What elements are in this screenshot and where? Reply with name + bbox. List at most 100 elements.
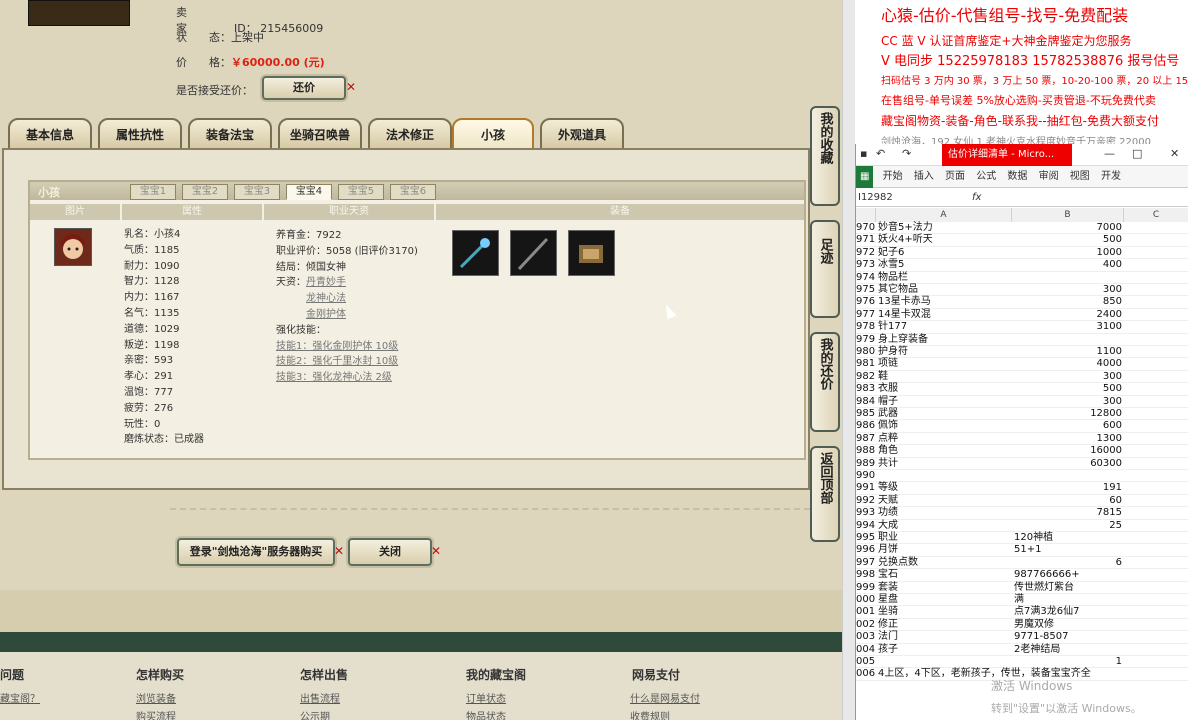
footer-link[interactable]: 藏宝阁？ bbox=[0, 690, 40, 705]
undo-icon[interactable]: ↶ bbox=[876, 147, 885, 160]
cell-b[interactable]: 300 bbox=[1014, 284, 1122, 296]
talent-link-2[interactable]: 龙神心法 bbox=[276, 291, 418, 307]
row-number[interactable]: 973 bbox=[856, 259, 876, 271]
column-header-b[interactable]: B bbox=[1012, 208, 1124, 222]
scrollbar[interactable] bbox=[842, 0, 855, 720]
talent-link-3[interactable]: 金刚护体 bbox=[276, 307, 418, 323]
cell-a[interactable]: 孩子 bbox=[878, 644, 1012, 656]
cell-a[interactable]: 身上穿装备 bbox=[878, 334, 1012, 346]
cell-b[interactable]: 满 bbox=[1014, 594, 1124, 606]
cell-a[interactable]: 星盘 bbox=[878, 594, 1012, 606]
sheet-row[interactable]: 972 妃子6 1000 bbox=[856, 247, 1188, 260]
close-icon[interactable]: ✕ bbox=[1170, 147, 1179, 160]
row-number[interactable]: 988 bbox=[856, 445, 876, 457]
skill-link-1[interactable]: 技能1：强化金刚护体 10级 bbox=[276, 339, 418, 355]
row-number[interactable]: 996 bbox=[856, 544, 876, 556]
sheet-row[interactable]: 979 身上穿装备 bbox=[856, 334, 1188, 346]
row-number[interactable]: 979 bbox=[856, 334, 876, 346]
cell-a[interactable]: 物品栏 bbox=[878, 272, 1012, 284]
cell-a[interactable]: 针177 bbox=[878, 321, 1012, 333]
cell-b[interactable]: 1300 bbox=[1014, 433, 1122, 445]
footer-link[interactable]: 收费规则 bbox=[630, 708, 670, 720]
skill-link-2[interactable]: 技能2：强化千里冰封 10级 bbox=[276, 354, 418, 370]
close-button[interactable]: 关闭 bbox=[348, 538, 432, 566]
cell-b[interactable]: 7815 bbox=[1014, 507, 1122, 519]
cell-a[interactable]: 衣服 bbox=[878, 383, 1012, 395]
sheet-row[interactable]: 994 大成 25 bbox=[856, 520, 1188, 532]
ribbon-tab[interactable]: 开始 bbox=[883, 166, 903, 188]
save-icon[interactable]: ▪ bbox=[860, 147, 867, 160]
row-number[interactable]: 974 bbox=[856, 272, 876, 284]
row-number[interactable]: 006 bbox=[856, 668, 876, 680]
row-number[interactable]: 981 bbox=[856, 358, 876, 370]
cell-a[interactable]: 佩饰 bbox=[878, 420, 1012, 432]
row-number[interactable]: 975 bbox=[856, 284, 876, 296]
login-buy-button[interactable]: 登录"剑烛沧海"服务器购买 bbox=[177, 538, 335, 566]
footer-link[interactable]: 公示期 bbox=[300, 708, 330, 720]
sheet-row[interactable]: 992 天赋 60 bbox=[856, 495, 1188, 508]
sheet-row[interactable]: 985 武器 12800 bbox=[856, 408, 1188, 421]
back-to-top-button[interactable]: 返回顶部 bbox=[810, 446, 840, 542]
tab-basic[interactable]: 基本信息 bbox=[8, 118, 92, 150]
sheet-row[interactable]: 999 套装 传世燃灯紫台 bbox=[856, 582, 1188, 594]
cell-a[interactable]: 点粹 bbox=[878, 433, 1012, 445]
footer-link[interactable]: 物品状态 bbox=[466, 708, 506, 720]
row-number[interactable]: 997 bbox=[856, 557, 876, 569]
cell-a[interactable]: 冰雪5 bbox=[878, 259, 1012, 271]
sheet-row[interactable]: 975 其它物品 300 bbox=[856, 284, 1188, 297]
tab-equip[interactable]: 装备法宝 bbox=[188, 118, 272, 150]
cell-b[interactable]: 400 bbox=[1014, 259, 1122, 271]
row-number[interactable]: 990 bbox=[856, 470, 876, 482]
cell-b[interactable]: 850 bbox=[1014, 296, 1122, 308]
cell-b[interactable]: 1100 bbox=[1014, 346, 1122, 358]
sheet-row[interactable]: 974 物品栏 bbox=[856, 272, 1188, 284]
cell-a[interactable]: 武器 bbox=[878, 408, 1012, 420]
footer-link[interactable]: 订单状态 bbox=[466, 690, 506, 705]
sheet-row[interactable]: 002 修正 男魔双修 bbox=[856, 619, 1188, 632]
row-number[interactable]: 985 bbox=[856, 408, 876, 420]
row-number[interactable]: 972 bbox=[856, 247, 876, 259]
cell-a[interactable]: 妙音5+法力 bbox=[878, 222, 1012, 234]
sheet-row[interactable]: 981 项链 4000 bbox=[856, 358, 1188, 371]
cell-b[interactable]: 9771-8507 bbox=[1014, 631, 1124, 643]
cell-a[interactable]: 宝石 bbox=[878, 569, 1012, 581]
row-number[interactable]: 000 bbox=[856, 594, 876, 606]
minimize-icon[interactable]: — bbox=[1104, 147, 1115, 160]
row-number[interactable]: 999 bbox=[856, 582, 876, 594]
cell-a[interactable]: 修正 bbox=[878, 619, 1012, 631]
cell-a[interactable]: 其它物品 bbox=[878, 284, 1012, 296]
corner-cell[interactable] bbox=[856, 208, 876, 222]
tab-magic[interactable]: 法术修正 bbox=[368, 118, 452, 150]
sheet-row[interactable]: 004 孩子 2老神结局 bbox=[856, 644, 1188, 656]
sheet-row[interactable]: 970 妙音5+法力 7000 bbox=[856, 222, 1188, 235]
tab-baby-4[interactable]: 宝宝4 bbox=[286, 184, 332, 200]
skill-link-3[interactable]: 技能3：强化龙神心法 2级 bbox=[276, 370, 418, 386]
cell-b[interactable]: 传世燃灯紫台 bbox=[1014, 582, 1124, 594]
row-number[interactable]: 970 bbox=[856, 222, 876, 234]
cell-b[interactable]: 1 bbox=[1014, 656, 1122, 668]
sheet-row[interactable]: 993 功绩 7815 bbox=[856, 507, 1188, 520]
row-number[interactable]: 001 bbox=[856, 606, 876, 618]
sheet-row[interactable]: 984 帽子 300 bbox=[856, 396, 1188, 408]
sheet-row[interactable]: 991 等级 191 bbox=[856, 482, 1188, 495]
cell-a[interactable]: 套装 bbox=[878, 582, 1012, 594]
tab-mount[interactable]: 坐骑召唤兽 bbox=[278, 118, 362, 150]
cell-a[interactable]: 法门 bbox=[878, 631, 1012, 643]
sheet-row[interactable]: 976 13星卡赤马 850 bbox=[856, 296, 1188, 309]
tab-baby-2[interactable]: 宝宝2 bbox=[182, 184, 228, 200]
cell-b[interactable]: 4000 bbox=[1014, 358, 1122, 370]
cell-a[interactable]: 功绩 bbox=[878, 507, 1012, 519]
sheet-row[interactable]: 988 角色 16000 bbox=[856, 445, 1188, 458]
sheet-row[interactable]: 980 护身符 1100 bbox=[856, 346, 1188, 359]
cell-a[interactable]: 坐骑 bbox=[878, 606, 1012, 618]
row-number[interactable]: 991 bbox=[856, 482, 876, 494]
name-box[interactable]: I12982 bbox=[858, 189, 893, 207]
sheet-row[interactable]: 001 坐骑 点7满3龙6仙7 bbox=[856, 606, 1188, 619]
sheet-row[interactable]: 997 兑换点数 6 bbox=[856, 557, 1188, 570]
cell-b[interactable]: 191 bbox=[1014, 482, 1122, 494]
cell-b[interactable]: 500 bbox=[1014, 234, 1122, 246]
footer-link[interactable]: 购买流程 bbox=[136, 708, 176, 720]
cell-b[interactable]: 51+1 bbox=[1014, 544, 1124, 556]
column-header-c[interactable]: C bbox=[1124, 208, 1188, 222]
cell-a[interactable]: 13星卡赤马 bbox=[878, 296, 1012, 308]
